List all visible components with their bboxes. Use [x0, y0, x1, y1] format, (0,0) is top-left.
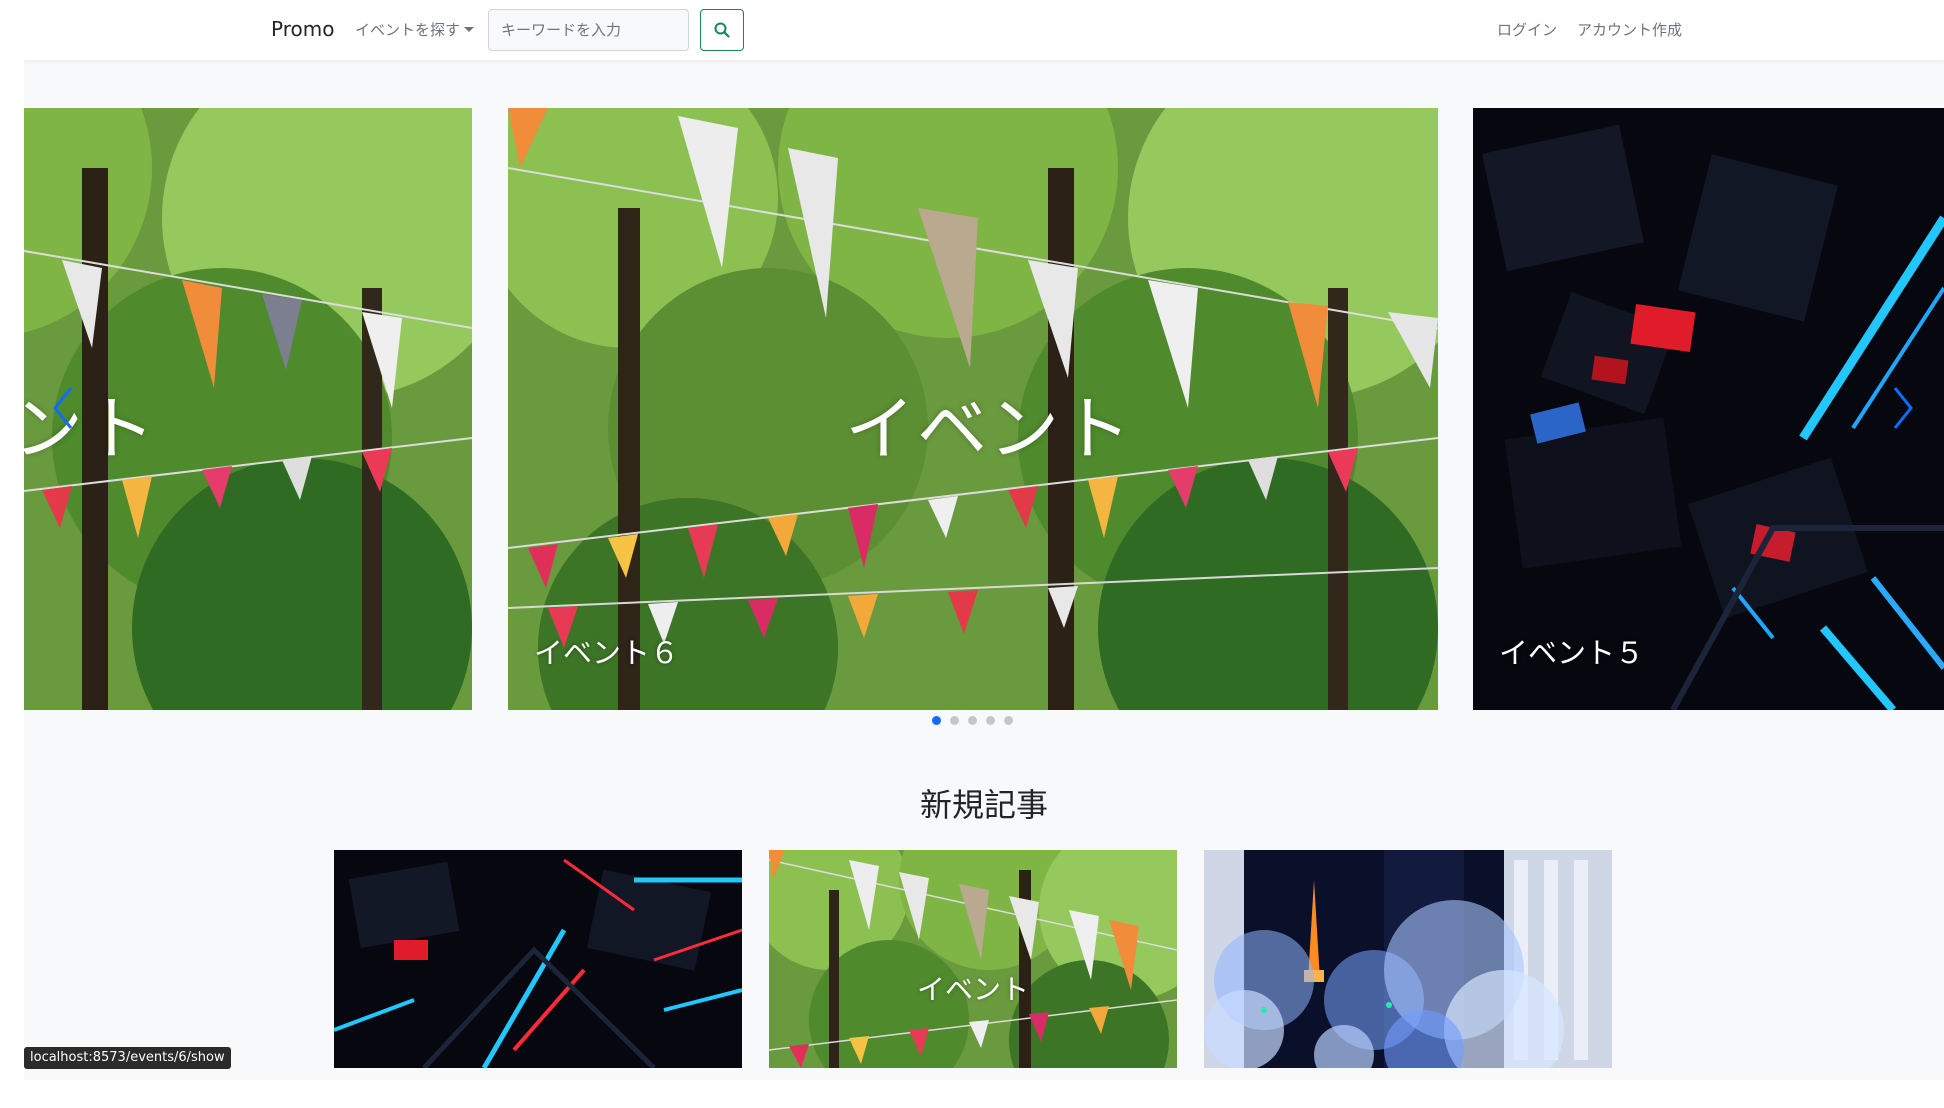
slide-overlay-title: イベント — [845, 388, 1133, 470]
event-carousel: イベント — [24, 108, 1944, 728]
carousel-slide-next[interactable]: イベント５ — [1473, 108, 1944, 710]
bunting-image — [769, 850, 1177, 1068]
explore-dropdown[interactable]: イベントを探す — [355, 19, 475, 40]
search-icon — [714, 22, 730, 38]
explore-label: イベントを探す — [355, 21, 461, 39]
carousel-indicators — [932, 716, 1013, 725]
login-link[interactable]: ログイン — [1497, 19, 1557, 40]
navbar: Promo イベントを探す ログイン アカウント作成 — [24, 0, 1944, 60]
brand-logo[interactable]: Promo — [271, 17, 334, 41]
illumination-image — [1204, 850, 1612, 1068]
slide-caption: イベント５ — [1499, 636, 1645, 670]
article-card[interactable]: イベント — [769, 850, 1177, 1068]
neon-image — [334, 850, 742, 1068]
carousel-slide-prev[interactable]: イベント — [24, 108, 472, 710]
carousel-dot-3[interactable] — [968, 716, 977, 725]
carousel-dot-4[interactable] — [986, 716, 995, 725]
carousel-dot-5[interactable] — [1004, 716, 1013, 725]
caret-down-icon — [464, 27, 475, 32]
carousel-prev-button[interactable] — [38, 378, 88, 438]
new-articles-title: 新規記事 — [919, 786, 1048, 824]
carousel-slide-active[interactable]: イベント イベント６ — [508, 108, 1438, 710]
page: Promo イベントを探す ログイン アカウント作成 — [24, 0, 1944, 1080]
chevron-left-icon — [53, 387, 73, 429]
carousel-next-button[interactable] — [1878, 378, 1928, 438]
carousel-dot-2[interactable] — [950, 716, 959, 725]
carousel-dot-1[interactable] — [932, 716, 941, 725]
neon-image — [1473, 108, 1944, 710]
article-card[interactable] — [334, 850, 742, 1068]
status-bar-url: localhost:8573/events/6/show — [24, 1047, 231, 1069]
search-button[interactable] — [700, 9, 744, 51]
signup-link[interactable]: アカウント作成 — [1577, 19, 1682, 40]
search-input[interactable] — [488, 9, 689, 51]
card-overlay-title: イベント — [916, 973, 1029, 1006]
slide-caption: イベント６ — [534, 636, 680, 670]
article-card[interactable] — [1204, 850, 1612, 1068]
chevron-right-icon — [1893, 387, 1913, 429]
